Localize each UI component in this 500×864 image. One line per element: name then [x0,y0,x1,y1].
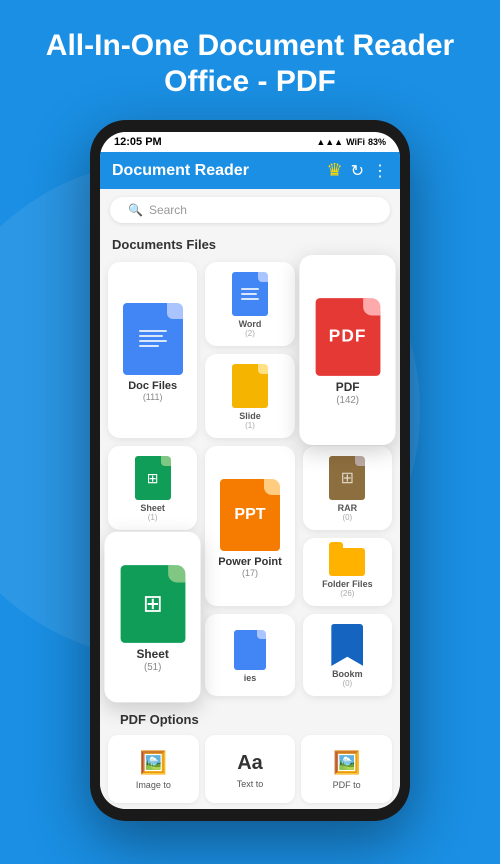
ppt-file-icon: PPT [220,479,280,551]
app-bar-icons: ♛ ↻ ⋮ [326,160,388,181]
text-icon: Aa [237,752,263,775]
folder-count: (26) [340,589,354,598]
files-icon [234,630,266,670]
pdf-card[interactable]: PDF PDF (142) [299,255,395,445]
more-icon[interactable]: ⋮ [372,161,388,181]
sheet-large-card[interactable]: ⊞ Sheet (51) [104,532,200,703]
powerpoint-card[interactable]: PPT Power Point (17) [205,446,294,606]
slide-label: Slide [239,411,261,421]
crown-icon[interactable]: ♛ [326,160,342,181]
status-time: 12:05 PM [114,136,162,148]
doc-files-card[interactable]: Doc Files (111) [108,262,197,438]
ppt-label: Power Point [218,556,282,568]
pdf-label: PDF [335,381,359,394]
rar-label: RAR [338,503,358,513]
search-bar[interactable]: 🔍 Search [110,197,390,223]
sheet-small-icon: ⊞ [135,456,171,500]
pdf-count: (142) [336,394,359,405]
search-icon: 🔍 [128,203,143,217]
doc-files-count: (111) [143,392,163,402]
slide-count: (1) [245,421,255,430]
wifi-icon: WiFi [346,137,365,147]
word-count: (2) [245,329,255,338]
text-to-label: Text to [237,779,264,789]
bookmark-count: (0) [342,679,352,688]
files-card[interactable]: ies [205,614,294,696]
sheet-large-count: (51) [144,661,161,672]
pdf-file-icon: PDF [315,298,380,376]
ppt-text: PPT [234,506,265,524]
sheet-small-label: Sheet [140,503,165,513]
folder-icon [329,548,365,576]
app-title: All-In-One Document Reader Office - PDF [30,28,470,100]
status-bar: 12:05 PM ▲▲▲ WiFi 83% [100,132,400,152]
status-icons: ▲▲▲ WiFi 83% [316,137,386,147]
ppt-count: (17) [242,568,258,578]
folder-label: Folder Files [322,579,373,589]
search-placeholder: Search [149,203,187,217]
pdf-to-icon: 🖼️ [333,750,360,776]
app-header: All-In-One Document Reader Office - PDF [0,0,500,120]
text-to-option[interactable]: Aa Text to [205,735,296,803]
slide-card[interactable]: Slide (1) [205,354,294,438]
bookmark-icon [331,624,363,666]
phone-mockup: 12:05 PM ▲▲▲ WiFi 83% Document Reader ♛ … [90,120,410,821]
image-to-option[interactable]: 🖼️ Image to [108,735,199,803]
phone-frame: 12:05 PM ▲▲▲ WiFi 83% Document Reader ♛ … [90,120,410,821]
pdf-to-label: PDF to [333,780,361,790]
pdf-to-option[interactable]: 🖼️ PDF to [301,735,392,803]
refresh-icon[interactable]: ↻ [351,161,364,181]
slide-file-icon [232,364,268,408]
bookmark-label: Bookm [332,669,363,679]
word-card[interactable]: Word (2) [205,262,294,346]
image-icon: 🖼️ [140,750,167,776]
files-label: ies [244,673,257,683]
rar-card[interactable]: ⊞ RAR (0) [303,446,392,530]
doc-lines [135,326,171,351]
pdf-options-grid: 🖼️ Image to Aa Text to 🖼️ PDF to [108,735,392,803]
app-bar: Document Reader ♛ ↻ ⋮ [100,152,400,189]
rar-file-icon: ⊞ [329,456,365,500]
image-to-label: Image to [136,780,171,790]
phone-screen: 12:05 PM ▲▲▲ WiFi 83% Document Reader ♛ … [100,132,400,809]
pdf-options-title: PDF Options [108,706,392,731]
sheet-large-label: Sheet [136,648,168,661]
doc-files-label: Doc Files [128,380,177,392]
sheet-small-count: (1) [148,513,158,522]
sheet-large-icon: ⊞ [120,565,185,643]
battery-icon: 83% [368,137,386,147]
pdf-text-label: PDF [328,327,366,346]
documents-grid: Doc Files (111) Word (2) [100,256,400,702]
word-file-icon [232,272,268,316]
word-label: Word [239,319,262,329]
signal-icon: ▲▲▲ [316,137,343,147]
documents-section-title: Documents Files [100,231,400,256]
rar-count: (0) [342,513,352,522]
sheet-small-card[interactable]: ⊞ Sheet (1) [108,446,197,530]
app-bar-title: Document Reader [112,162,249,180]
doc-file-icon [123,303,183,375]
folder-card[interactable]: Folder Files (26) [303,538,392,606]
bookmark-card[interactable]: Bookm (0) [303,614,392,696]
pdf-options-section: PDF Options 🖼️ Image to Aa Text to 🖼️ PD… [100,702,400,809]
